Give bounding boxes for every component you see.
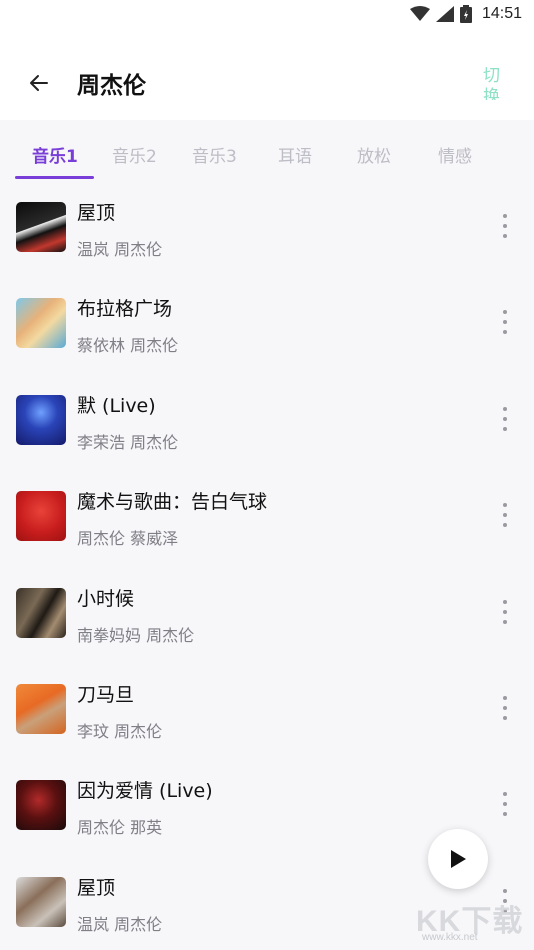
- battery-icon: [459, 5, 472, 23]
- song-artist: 周杰伦 那英: [77, 818, 163, 837]
- song-artist: 李玟 周杰伦: [77, 722, 163, 741]
- song-title: 魔术与歌曲：告白气球: [77, 491, 268, 513]
- category-tabs: 音乐1 音乐2 音乐3 耳语 放松 情感: [0, 120, 534, 179]
- song-title: 因为爱情 (Live): [77, 780, 213, 802]
- song-row[interactable]: 魔术与歌曲：告白气球 周杰伦 蔡威泽: [0, 467, 534, 563]
- more-options-button[interactable]: [496, 214, 514, 238]
- song-row[interactable]: 屋顶 温岚 周杰伦: [0, 178, 534, 274]
- song-row[interactable]: 布拉格广场 蔡依林 周杰伦: [0, 274, 534, 370]
- more-options-button[interactable]: [496, 792, 514, 816]
- more-options-button[interactable]: [496, 503, 514, 527]
- back-button[interactable]: [22, 68, 56, 98]
- song-artist: 蔡依林 周杰伦: [77, 336, 179, 355]
- watermark-url: www.kkx.net: [422, 932, 478, 943]
- album-cover: [16, 298, 66, 348]
- tab-emotion[interactable]: 情感: [438, 142, 472, 167]
- song-artist: 温岚 周杰伦: [77, 915, 163, 934]
- song-row[interactable]: 小时候 南拳妈妈 周杰伦: [0, 564, 534, 660]
- play-icon: [451, 850, 466, 868]
- app-bar: 周杰伦 切换: [0, 28, 534, 120]
- song-title: 刀马旦: [77, 684, 135, 706]
- song-title: 屋顶: [77, 877, 116, 899]
- album-cover: [16, 780, 66, 830]
- tab-music-2[interactable]: 音乐2: [112, 142, 157, 167]
- page-title: 周杰伦: [77, 72, 146, 98]
- song-title: 小时候: [77, 588, 135, 610]
- watermark: KK下载 www.kkx.net: [416, 896, 530, 948]
- album-cover: [16, 588, 66, 638]
- more-options-button[interactable]: [496, 696, 514, 720]
- album-cover: [16, 202, 66, 252]
- tab-whisper[interactable]: 耳语: [278, 142, 312, 167]
- cellular-signal-icon: [435, 6, 454, 22]
- more-options-button[interactable]: [496, 407, 514, 431]
- wifi-icon: [409, 6, 430, 21]
- play-button[interactable]: [428, 829, 488, 889]
- album-cover: [16, 491, 66, 541]
- song-artist: 李荣浩 周杰伦: [77, 433, 179, 452]
- status-bar: 14:51: [0, 0, 534, 28]
- album-cover: [16, 877, 66, 927]
- song-title: 布拉格广场: [77, 298, 173, 320]
- song-artist: 南拳妈妈 周杰伦: [77, 626, 195, 645]
- song-title: 默 (Live): [77, 395, 156, 417]
- tab-music-1[interactable]: 音乐1: [32, 142, 78, 167]
- tab-music-3[interactable]: 音乐3: [192, 142, 237, 167]
- more-options-button[interactable]: [496, 310, 514, 334]
- tab-relax[interactable]: 放松: [357, 142, 391, 167]
- song-row[interactable]: 默 (Live) 李荣浩 周杰伦: [0, 371, 534, 467]
- arrow-left-icon: [30, 75, 48, 91]
- song-artist: 周杰伦 蔡威泽: [77, 529, 179, 548]
- song-row[interactable]: 刀马旦 李玟 周杰伦: [0, 660, 534, 756]
- status-time: 14:51: [481, 5, 522, 22]
- switch-button[interactable]: 切换: [483, 66, 505, 100]
- album-cover: [16, 684, 66, 734]
- album-cover: [16, 395, 66, 445]
- more-options-button[interactable]: [496, 600, 514, 624]
- song-artist: 温岚 周杰伦: [77, 240, 163, 259]
- song-title: 屋顶: [77, 202, 116, 224]
